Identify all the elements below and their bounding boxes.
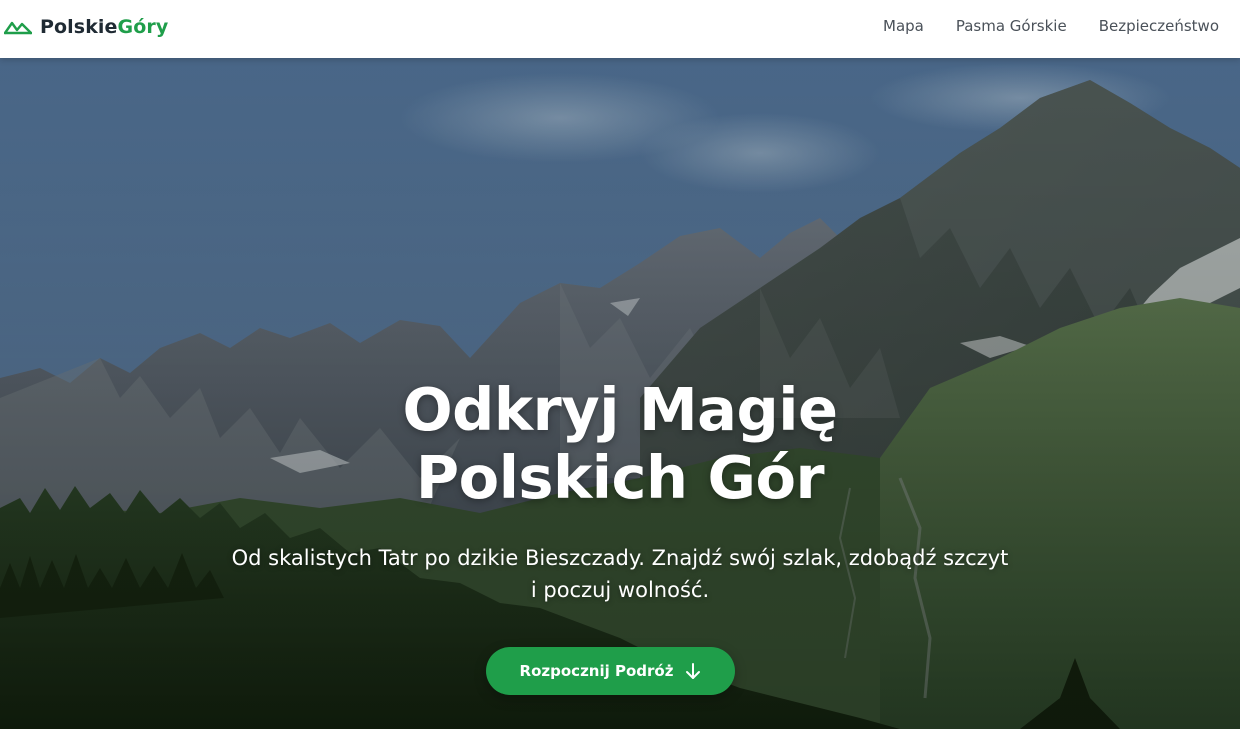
logo-text: PolskieGóry	[40, 16, 168, 38]
mountain-icon	[4, 21, 32, 35]
hero-subtitle: Od skalistych Tatr po dzikie Bieszczady.…	[170, 542, 1070, 606]
hero-subtitle-line-1: Od skalistych Tatr po dzikie Bieszczady.…	[231, 546, 1009, 570]
hero-title-line-2: Polskich Gór	[415, 443, 825, 512]
start-journey-button[interactable]: Rozpocznij Podróż	[486, 647, 735, 695]
main-nav: Mapa Pasma Górskie Bezpieczeństwo	[851, 0, 1219, 52]
hero-section: Odkryj Magię Polskich Gór Od skalistych …	[0, 58, 1240, 729]
logo-text-primary: Polskie	[40, 16, 118, 38]
hero-subtitle-line-2: i poczuj wolność.	[530, 578, 710, 602]
nav-link-pasma-gorskie[interactable]: Pasma Górskie	[956, 17, 1067, 35]
start-journey-label: Rozpocznij Podróż	[519, 662, 674, 680]
hero-title-line-1: Odkryj Magię	[402, 375, 838, 444]
logo[interactable]: PolskieGóry	[4, 15, 168, 39]
nav-link-mapa[interactable]: Mapa	[883, 17, 924, 35]
nav-link-bezpieczenstwo[interactable]: Bezpieczeństwo	[1099, 17, 1219, 35]
arrow-down-icon	[686, 663, 701, 679]
site-header: PolskieGóry Mapa Pasma Górskie Bezpiecze…	[0, 0, 1240, 58]
logo-text-accent: Góry	[117, 16, 169, 38]
hero-content: Odkryj Magię Polskich Gór Od skalistych …	[0, 58, 1240, 729]
hero-title: Odkryj Magię Polskich Gór	[0, 376, 1240, 512]
